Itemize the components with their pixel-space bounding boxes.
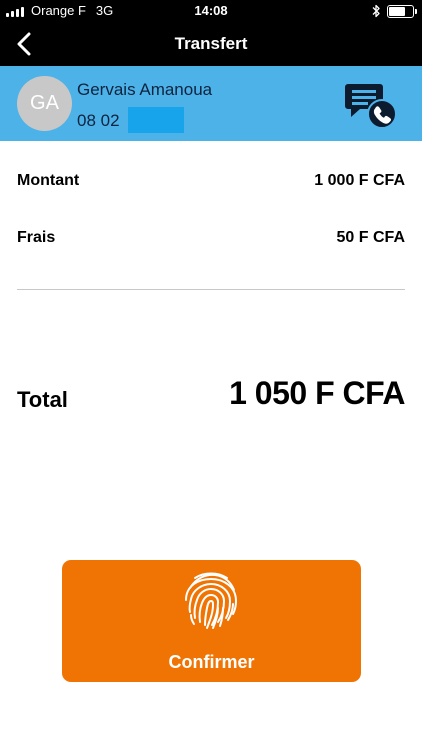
chat-call-icon[interactable] (344, 82, 398, 130)
confirm-label: Confirmer (168, 652, 255, 672)
fingerprint-icon (185, 572, 238, 629)
bluetooth-icon (372, 4, 380, 18)
frais-value: 50 F CFA (336, 229, 405, 246)
contact-phone-prefix: 08 02 (77, 111, 120, 130)
montant-value: 1 000 F CFA (314, 172, 405, 189)
divider (17, 289, 405, 290)
battery-level (389, 6, 406, 16)
frais-label: Frais (17, 229, 56, 246)
battery-icon (387, 4, 417, 18)
avatar: GA (17, 76, 72, 131)
confirm-button[interactable]: Confirmer (62, 560, 361, 682)
montant-label: Montant (17, 172, 80, 189)
contact-name: Gervais Amanoua (77, 80, 213, 99)
total-value: 1 050 F CFA (229, 375, 405, 411)
status-bar: Orange F 3G 14:08 (0, 0, 422, 22)
phone-redaction (127, 107, 184, 133)
status-time: 14:08 (194, 3, 228, 18)
contact-bar: GA Gervais Amanoua 08 02 (0, 66, 422, 141)
montant-row: Montant 1 000 F CFA (17, 172, 405, 190)
total-label: Total (17, 387, 68, 412)
status-right (371, 4, 417, 18)
contact-phone: 08 02 (77, 107, 184, 133)
nav-bar: Transfert (0, 22, 422, 66)
frais-row: Frais 50 F CFA (17, 229, 405, 247)
page-title: Transfert (174, 34, 248, 53)
